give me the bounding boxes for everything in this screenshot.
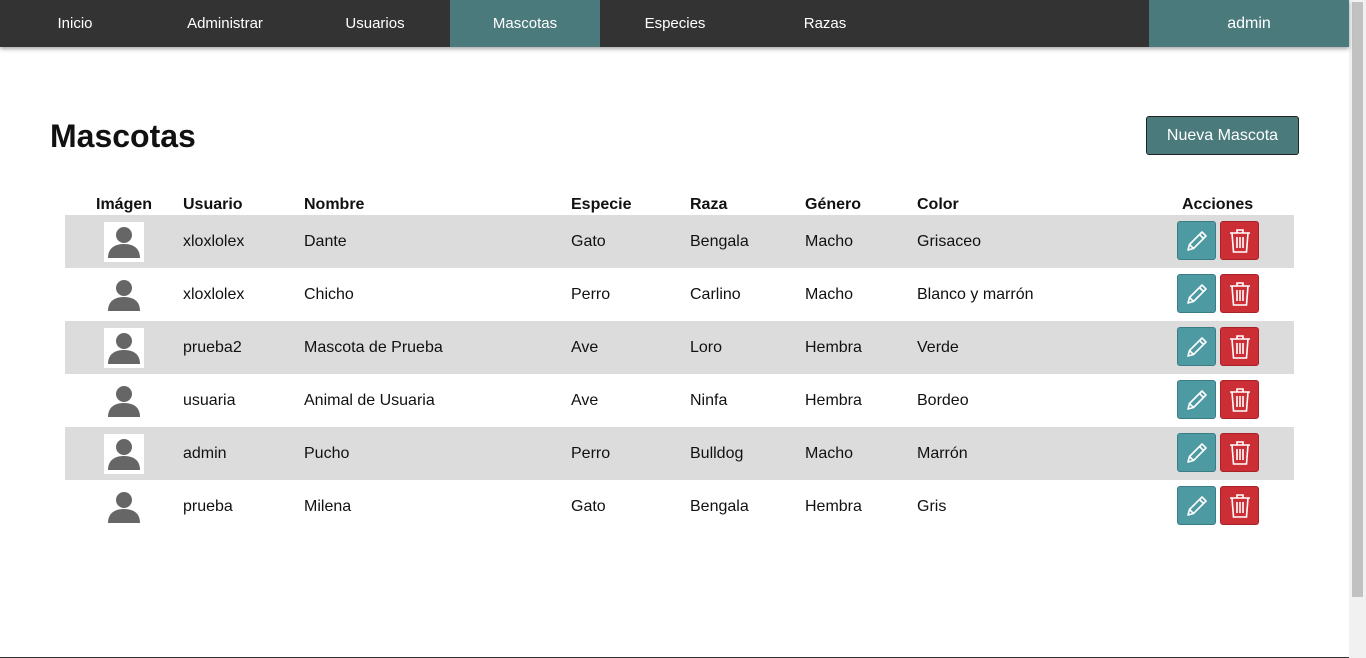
trash-icon	[1227, 439, 1253, 467]
user-menu[interactable]: admin	[1149, 0, 1349, 47]
cell-species: Ave	[571, 339, 599, 356]
cell-gender: Hembra	[805, 339, 862, 356]
header-user: Usuario	[183, 196, 243, 213]
edit-button[interactable]	[1177, 433, 1216, 472]
table-row: admin Pucho Perro Bulldog Macho Marrón	[65, 427, 1294, 480]
nav-item-administrar[interactable]: Administrar	[150, 0, 300, 47]
trash-icon	[1227, 280, 1253, 308]
delete-button[interactable]	[1220, 486, 1259, 525]
cell-breed: Loro	[690, 339, 723, 356]
pencil-icon	[1183, 333, 1211, 361]
cell-breed: Bengala	[690, 233, 749, 250]
pencil-icon	[1183, 439, 1211, 467]
edit-button[interactable]	[1177, 486, 1216, 525]
edit-button[interactable]	[1177, 221, 1216, 260]
cell-color: Blanco y marrón	[917, 286, 1034, 303]
cell-gender: Hembra	[805, 392, 862, 409]
header-breed: Raza	[690, 196, 728, 213]
header-name: Nombre	[304, 196, 365, 213]
nav-item-especies[interactable]: Especies	[600, 0, 750, 47]
cell-name: Milena	[304, 498, 352, 515]
cell-gender: Macho	[805, 286, 854, 303]
pets-table: Imágen Usuario Nombre Especie Raza Géner…	[65, 192, 1294, 533]
trash-icon	[1227, 492, 1253, 520]
pencil-icon	[1183, 492, 1211, 520]
cell-user: xloxlolex	[183, 233, 245, 250]
header-color: Color	[917, 196, 959, 213]
edit-button[interactable]	[1177, 380, 1216, 419]
cell-gender: Macho	[805, 233, 854, 250]
table-row: xloxlolex Chicho Perro Carlino Macho Blanco y…	[65, 268, 1294, 321]
edit-button[interactable]	[1177, 274, 1216, 313]
cell-color: Marrón	[917, 445, 968, 462]
cell-color: Gris	[917, 498, 947, 515]
delete-button[interactable]	[1220, 327, 1259, 366]
header-image: Imágen	[96, 196, 153, 213]
scrollbar-thumb[interactable]	[1352, 2, 1363, 597]
cell-species: Gato	[571, 498, 606, 515]
trash-icon	[1227, 386, 1253, 414]
cell-species: Ave	[571, 392, 599, 409]
nav-item-inicio[interactable]: Inicio	[0, 0, 150, 47]
cell-breed: Bengala	[690, 498, 749, 515]
cell-name: Dante	[304, 233, 347, 250]
cell-species: Gato	[571, 233, 606, 250]
pencil-icon	[1183, 227, 1211, 255]
user-avatar-icon	[104, 328, 144, 368]
user-avatar-icon	[104, 275, 144, 315]
nav-item-razas[interactable]: Razas	[750, 0, 900, 47]
cell-breed: Ninfa	[690, 392, 728, 409]
cell-name: Animal de Usuaria	[304, 392, 435, 409]
nav-item-mascotas[interactable]: Mascotas	[450, 0, 600, 47]
table-header: Imágen Usuario Nombre Especie Raza Géner…	[65, 192, 1294, 215]
table-row: usuaria Animal de Usuaria Ave Ninfa Hembra Bo…	[65, 374, 1294, 427]
user-avatar-icon	[104, 381, 144, 421]
pencil-icon	[1183, 280, 1211, 308]
user-avatar-icon	[104, 487, 144, 527]
cell-breed: Bulldog	[690, 445, 744, 462]
header-actions: Acciones	[1182, 196, 1254, 213]
cell-user: prueba	[183, 498, 233, 515]
pencil-icon	[1183, 386, 1211, 414]
table-row: prueba Milena Gato Bengala Hembra Gris	[65, 480, 1294, 533]
table-row: prueba2 Mascota de Prueba Ave Loro Hembra Ver…	[65, 321, 1294, 374]
trash-icon	[1227, 227, 1253, 255]
cell-user: admin	[183, 445, 227, 462]
table-row: xloxlolex Dante Gato Bengala Macho Grisaceo	[65, 215, 1294, 268]
top-navbar: Inicio Administrar Usuarios Mascotas Esp…	[0, 0, 1349, 47]
cell-species: Perro	[571, 286, 611, 303]
cell-color: Bordeo	[917, 392, 969, 409]
table-body: xloxlolex Dante Gato Bengala Macho Grisaceo xl…	[65, 215, 1294, 533]
cell-gender: Macho	[805, 445, 854, 462]
cell-user: usuaria	[183, 392, 236, 409]
cell-gender: Hembra	[805, 498, 862, 515]
user-avatar-icon	[104, 222, 144, 262]
delete-button[interactable]	[1220, 274, 1259, 313]
trash-icon	[1227, 333, 1253, 361]
cell-name: Pucho	[304, 445, 350, 462]
header-gender: Género	[805, 196, 862, 213]
cell-user: prueba2	[183, 339, 242, 356]
cell-name: Mascota de Prueba	[304, 339, 443, 356]
header-species: Especie	[571, 196, 632, 213]
cell-breed: Carlino	[690, 286, 741, 303]
edit-button[interactable]	[1177, 327, 1216, 366]
cell-user: xloxlolex	[183, 286, 245, 303]
cell-species: Perro	[571, 445, 611, 462]
cell-name: Chicho	[304, 286, 354, 303]
cell-color: Verde	[917, 339, 959, 356]
user-avatar-icon	[104, 434, 144, 474]
delete-button[interactable]	[1220, 221, 1259, 260]
new-pet-button[interactable]: Nueva Mascota	[1146, 116, 1299, 155]
page-title: Mascotas	[50, 118, 196, 154]
delete-button[interactable]	[1220, 433, 1259, 472]
delete-button[interactable]	[1220, 380, 1259, 419]
nav-item-usuarios[interactable]: Usuarios	[300, 0, 450, 47]
vertical-scrollbar[interactable]	[1349, 0, 1366, 658]
cell-color: Grisaceo	[917, 233, 982, 250]
